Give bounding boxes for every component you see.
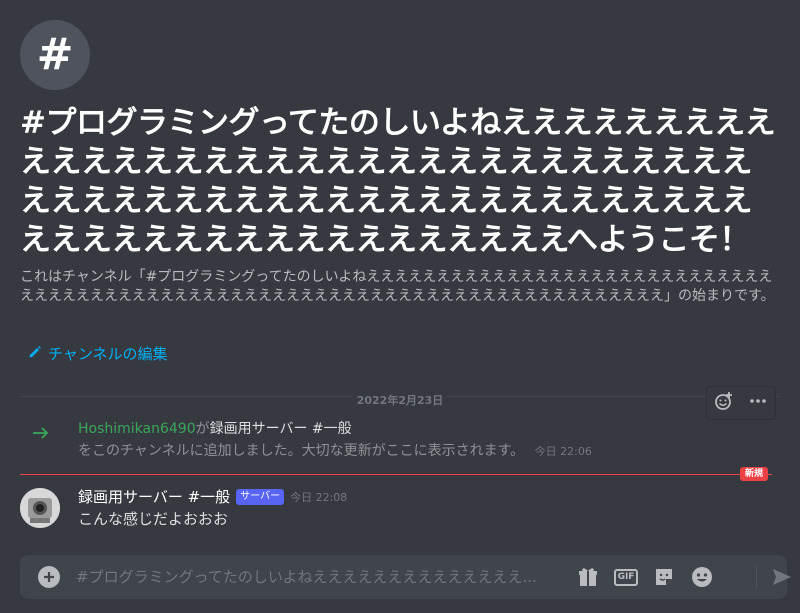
add-attachment-button[interactable] — [38, 566, 60, 588]
message-hover-toolbar — [706, 386, 776, 420]
new-messages-divider — [20, 474, 772, 475]
send-separator — [756, 565, 757, 589]
message-body: こんな感じだよおおお — [78, 510, 229, 528]
pencil-icon — [28, 345, 42, 363]
date-divider-label: 2022年2月23日 — [352, 394, 448, 407]
message-input[interactable] — [76, 555, 566, 599]
add-reaction-icon[interactable] — [714, 391, 734, 415]
edit-channel-label: チャンネルの編集 — [48, 345, 168, 363]
emoji-icon[interactable] — [690, 565, 714, 589]
gif-icon[interactable]: GIF — [613, 565, 639, 589]
welcome-title: #プログラミングってたのしいよねええええええええええええええええええええええええ… — [20, 105, 776, 258]
send-icon[interactable] — [770, 565, 794, 593]
system-message-user[interactable]: Hoshimikan6490 — [78, 421, 196, 437]
system-message-body: をこのチャンネルに追加しました。大切な更新がここに表示されます。 — [78, 443, 525, 459]
more-options-icon[interactable] — [748, 391, 768, 415]
system-message-source[interactable]: 録画用サーバー #一般 — [210, 421, 352, 437]
plus-icon — [44, 572, 54, 582]
channel-glyph: # — [36, 29, 74, 80]
edit-channel-link[interactable]: チャンネルの編集 — [28, 343, 168, 364]
chat-message: 録画用サーバー #一般 サーバー 今日 22:08 こんな感じだよおおお — [0, 484, 800, 534]
channel-hash-icon: # — [20, 20, 90, 90]
join-arrow-icon — [32, 424, 50, 443]
composer-toolbar: GIF — [576, 555, 714, 599]
avatar[interactable] — [20, 488, 60, 528]
system-message: Hoshimikan6490が録画用サーバー #一般 をこのチャンネルに追加しま… — [0, 418, 800, 459]
system-message-time: 今日 22:06 — [534, 445, 592, 458]
system-message-text: Hoshimikan6490が録画用サーバー #一般 をこのチャンネルに追加しま… — [78, 418, 778, 463]
sticker-icon[interactable] — [652, 565, 676, 589]
message-author[interactable]: 録画用サーバー #一般 — [78, 486, 230, 507]
date-divider: 2022年2月23日 — [0, 389, 800, 408]
server-badge: サーバー — [236, 488, 285, 505]
message-composer: GIF — [20, 555, 791, 599]
gift-icon[interactable] — [576, 565, 600, 589]
message-time: 今日 22:08 — [290, 490, 348, 504]
system-message-connector: が — [195, 421, 210, 437]
gif-label: GIF — [613, 568, 639, 586]
message-header: 録画用サーバー #一般 サーバー 今日 22:08 — [78, 486, 347, 507]
new-messages-badge: 新規 — [740, 467, 769, 481]
welcome-subtitle: これはチャンネル「#プログラミングってたのしいよねえええええええええええええええ… — [20, 269, 775, 304]
